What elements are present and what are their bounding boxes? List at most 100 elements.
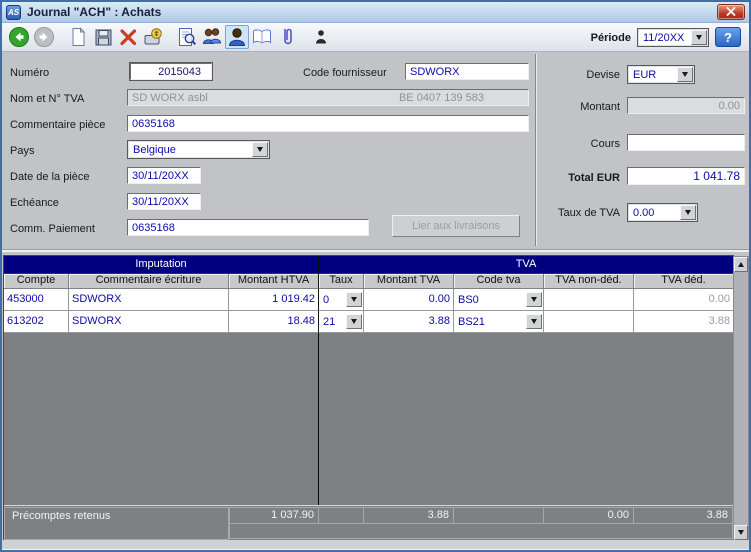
- cell-montant-tva[interactable]: 3.88: [364, 311, 454, 333]
- cell-taux-select[interactable]: 0: [319, 289, 364, 311]
- pays-select[interactable]: Belgique: [127, 140, 270, 159]
- col-commentaire[interactable]: Commentaire écriture: [69, 274, 229, 289]
- cell-tva-non-ded[interactable]: [544, 289, 634, 311]
- code-fournisseur-field[interactable]: SDWORX: [405, 63, 529, 80]
- date-piece-label: Date de la pièce: [10, 171, 90, 183]
- col-tva-non-ded[interactable]: TVA non-déd.: [544, 274, 634, 289]
- cell-montant-tva[interactable]: 0.00: [364, 289, 454, 311]
- devise-value: EUR: [628, 69, 656, 81]
- vertical-scrollbar[interactable]: [733, 256, 749, 541]
- save-icon[interactable]: [91, 25, 115, 49]
- cell-compte[interactable]: 613202: [4, 311, 69, 333]
- devise-select[interactable]: EUR: [627, 65, 695, 84]
- book-icon[interactable]: [250, 25, 274, 49]
- footer-total-tva: 3.88: [363, 507, 454, 524]
- total-eur-field: 1 041.78: [627, 167, 745, 185]
- entries-table-area: Imputation TVA Compte Commentaire écritu…: [2, 251, 749, 540]
- cell-commentaire[interactable]: SDWORX: [69, 311, 229, 333]
- cell-commentaire[interactable]: SDWORX: [69, 289, 229, 311]
- person-icon[interactable]: [309, 25, 333, 49]
- pays-value: Belgique: [128, 144, 176, 156]
- new-document-icon[interactable]: [66, 25, 90, 49]
- window-bottom-strip: [2, 540, 749, 550]
- chevron-down-icon[interactable]: [252, 142, 268, 157]
- taux-value: 21: [319, 316, 335, 328]
- footer-label: Précomptes retenus: [12, 510, 110, 522]
- echeance-label: Echéance: [10, 197, 59, 209]
- total-eur-label: Total EUR: [542, 172, 620, 184]
- taux-tva-select[interactable]: 0.00: [627, 203, 698, 222]
- commentaire-piece-label: Commentaire pièce: [10, 119, 105, 131]
- form-divider: [535, 54, 537, 246]
- table-empty-area: [4, 333, 733, 506]
- commentaire-piece-field[interactable]: 0635168: [127, 115, 529, 132]
- periode-label: Période: [591, 32, 631, 44]
- cell-tva-ded[interactable]: 3.88: [634, 311, 733, 333]
- col-tva-ded[interactable]: TVA déd.: [634, 274, 733, 289]
- numero-field[interactable]: 2015043: [130, 63, 212, 80]
- chevron-down-icon[interactable]: [691, 30, 707, 45]
- users-icon[interactable]: [200, 25, 224, 49]
- cell-tva-non-ded[interactable]: [544, 311, 634, 333]
- code-tva-value: BS21: [454, 316, 485, 328]
- table-row[interactable]: 613202 SDWORX 18.48 21 3.88 BS21 3.88: [4, 311, 733, 333]
- cell-tva-ded[interactable]: 0.00: [634, 289, 733, 311]
- delete-icon[interactable]: [116, 25, 140, 49]
- print-preview-icon[interactable]: [175, 25, 199, 49]
- nom-tva-field: SD WORX asbl BE 0407 139 583: [127, 89, 529, 106]
- chevron-down-icon[interactable]: [346, 292, 362, 307]
- col-montant-tva[interactable]: Montant TVA: [364, 274, 454, 289]
- comm-paiement-field[interactable]: 0635168: [127, 219, 369, 236]
- app-window: AS Journal "ACH" : Achats: [0, 0, 751, 552]
- scroll-up-icon[interactable]: [734, 257, 748, 272]
- date-piece-field[interactable]: 30/11/20XX: [127, 167, 201, 184]
- echeance-field[interactable]: 30/11/20XX: [127, 193, 201, 210]
- payment-icon[interactable]: [141, 25, 165, 49]
- montant-field: 0.00: [627, 97, 745, 114]
- cell-code-tva-select[interactable]: BS21: [454, 311, 544, 333]
- paperclip-icon[interactable]: [275, 25, 299, 49]
- devise-label: Devise: [542, 69, 620, 81]
- window-title: Journal "ACH" : Achats: [27, 5, 161, 19]
- chevron-down-icon[interactable]: [526, 314, 542, 329]
- footer-total-htva: 1 037.90: [229, 507, 319, 524]
- forward-icon[interactable]: [32, 25, 56, 49]
- group-header-imputation: Imputation: [4, 256, 319, 274]
- document-form: Numéro 2015043 Code fournisseur SDWORX N…: [2, 52, 749, 251]
- lier-aux-livraisons-button[interactable]: Lier aux livraisons: [392, 215, 520, 237]
- col-taux[interactable]: Taux: [319, 274, 364, 289]
- app-logo-icon: AS: [6, 5, 21, 20]
- help-button[interactable]: ?: [715, 27, 741, 47]
- vat-number-value: BE 0407 139 583: [399, 92, 484, 104]
- chevron-down-icon[interactable]: [526, 292, 542, 307]
- periode-select[interactable]: 11/20XX: [637, 28, 709, 47]
- scroll-down-icon[interactable]: [734, 525, 748, 540]
- numero-label: Numéro: [10, 67, 49, 79]
- col-compte[interactable]: Compte: [4, 274, 69, 289]
- col-montant-htva[interactable]: Montant HTVA: [229, 274, 319, 289]
- close-icon: [726, 3, 736, 21]
- table-row[interactable]: 453000 SDWORX 1 019.42 0 0.00 BS0 0.00: [4, 289, 733, 311]
- footer-taux-box: [318, 507, 364, 524]
- titlebar[interactable]: AS Journal "ACH" : Achats: [2, 2, 749, 23]
- cell-montant-htva[interactable]: 18.48: [229, 311, 319, 333]
- col-code-tva[interactable]: Code tva: [454, 274, 544, 289]
- chevron-down-icon[interactable]: [677, 67, 693, 82]
- cell-montant-htva[interactable]: 1 019.42: [229, 289, 319, 311]
- user-selected-icon[interactable]: [225, 25, 249, 49]
- footer-empty-row: [229, 523, 733, 539]
- comm-paiement-label: Comm. Paiement: [10, 223, 95, 235]
- taux-tva-label: Taux de TVA: [542, 207, 620, 219]
- cours-field[interactable]: [627, 134, 745, 151]
- close-button[interactable]: [717, 4, 745, 20]
- column-header-row: Compte Commentaire écriture Montant HTVA…: [4, 274, 733, 289]
- chevron-down-icon[interactable]: [680, 205, 696, 220]
- group-header-row: Imputation TVA: [4, 256, 733, 274]
- footer-total-ded: 3.88: [633, 507, 733, 524]
- chevron-down-icon[interactable]: [346, 314, 362, 329]
- nom-tva-label: Nom et N° TVA: [10, 93, 84, 105]
- cell-code-tva-select[interactable]: BS0: [454, 289, 544, 311]
- cell-taux-select[interactable]: 21: [319, 311, 364, 333]
- back-icon[interactable]: [7, 25, 31, 49]
- cell-compte[interactable]: 453000: [4, 289, 69, 311]
